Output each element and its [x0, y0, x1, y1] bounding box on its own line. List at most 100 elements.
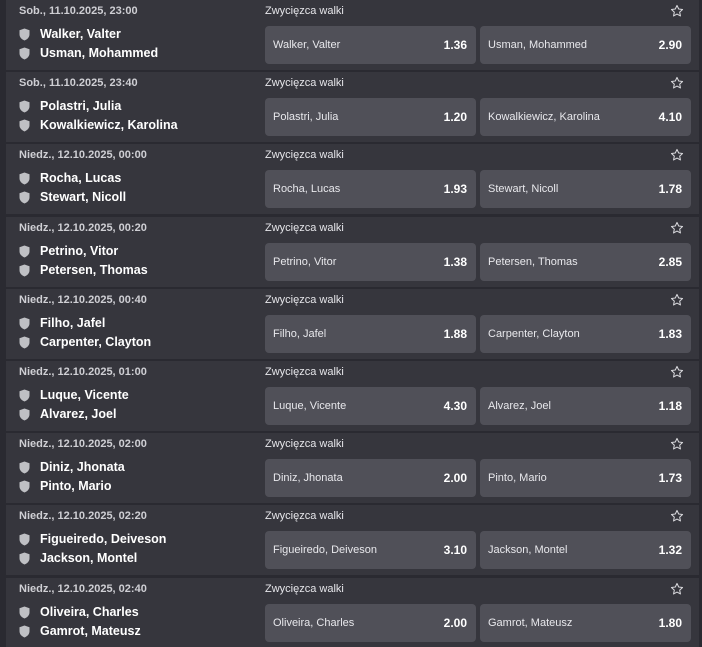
favorite-star-icon[interactable] [670, 437, 684, 451]
fighter-1: Diniz, Jhonata [19, 458, 125, 476]
shield-icon [19, 336, 30, 349]
fighter-2-name: Jackson, Montel [40, 551, 138, 565]
odd-button-fighter-2[interactable]: Petersen, Thomas 2.85 [480, 243, 691, 281]
odd-fighter-1-value: 3.10 [443, 543, 467, 557]
fighter-1: Luque, Vicente [19, 386, 129, 404]
row-divider [6, 431, 699, 432]
odd-fighter-1-name: Rocha, Lucas [273, 183, 341, 195]
odd-button-fighter-1[interactable]: Oliveira, Charles 2.00 [265, 604, 476, 642]
fighter-1-name: Walker, Valter [40, 27, 121, 41]
fighter-2-name: Alvarez, Joel [40, 407, 117, 421]
odd-fighter-2-value: 1.78 [658, 182, 682, 196]
odd-button-fighter-2[interactable]: Carpenter, Clayton 1.83 [480, 315, 691, 353]
fighter-1-name: Rocha, Lucas [40, 171, 122, 185]
fighter-1: Filho, Jafel [19, 314, 105, 332]
odd-fighter-2-name: Carpenter, Clayton [488, 328, 580, 340]
shield-icon [19, 264, 30, 277]
event-datetime: Niedz., 12.10.2025, 00:20 [19, 222, 147, 234]
favorite-star-icon[interactable] [670, 4, 684, 18]
event-datetime: Niedz., 12.10.2025, 02:00 [19, 438, 147, 450]
odd-fighter-2-value: 1.32 [658, 543, 682, 557]
odd-fighter-1-value: 2.00 [443, 471, 467, 485]
odd-fighter-2-name: Kowalkiewicz, Karolina [488, 111, 600, 123]
shield-icon [19, 119, 30, 132]
events-list: Sob., 11.10.2025, 23:00 Walker, Valter U… [0, 0, 702, 647]
odd-fighter-2-name: Pinto, Mario [488, 472, 547, 484]
event-row[interactable]: Niedz., 12.10.2025, 02:00 Diniz, Jhonata… [6, 433, 699, 504]
odd-fighter-2-name: Usman, Mohammed [488, 39, 588, 51]
favorite-star-icon[interactable] [670, 221, 684, 235]
odd-fighter-1-name: Petrino, Vitor [273, 256, 337, 268]
market-label: Zwycięzca walki [265, 149, 344, 161]
odd-button-fighter-2[interactable]: Stewart, Nicoll 1.78 [480, 170, 691, 208]
odd-fighter-2-value: 1.80 [658, 616, 682, 630]
fighter-1-name: Figueiredo, Deiveson [40, 532, 167, 546]
odd-button-fighter-2[interactable]: Gamrot, Mateusz 1.80 [480, 604, 691, 642]
row-divider [6, 70, 699, 71]
fighter-2-name: Stewart, Nicoll [40, 190, 127, 204]
shield-icon [19, 28, 30, 41]
row-divider [6, 287, 699, 288]
event-datetime: Niedz., 12.10.2025, 02:20 [19, 510, 147, 522]
odd-button-fighter-1[interactable]: Diniz, Jhonata 2.00 [265, 459, 476, 497]
odd-fighter-1-value: 1.20 [443, 110, 467, 124]
fighter-1-name: Luque, Vicente [40, 388, 129, 402]
favorite-star-icon[interactable] [670, 148, 684, 162]
event-row[interactable]: Niedz., 12.10.2025, 00:20 Petrino, Vitor… [6, 217, 699, 288]
odd-fighter-1-value: 1.38 [443, 255, 467, 269]
fighter-2: Jackson, Montel [19, 549, 137, 567]
event-row[interactable]: Niedz., 12.10.2025, 01:00 Luque, Vicente… [6, 361, 699, 432]
event-datetime: Sob., 11.10.2025, 23:00 [19, 5, 138, 17]
fighter-2-name: Pinto, Mario [40, 479, 112, 493]
fighter-2: Pinto, Mario [19, 477, 112, 495]
odd-button-fighter-1[interactable]: Rocha, Lucas 1.93 [265, 170, 476, 208]
odd-button-fighter-2[interactable]: Kowalkiewicz, Karolina 4.10 [480, 98, 691, 136]
odd-button-fighter-1[interactable]: Petrino, Vitor 1.38 [265, 243, 476, 281]
odd-fighter-1-value: 1.93 [443, 182, 467, 196]
favorite-star-icon[interactable] [670, 76, 684, 90]
odd-fighter-2-value: 1.73 [658, 471, 682, 485]
market-label: Zwycięzca walki [265, 222, 344, 234]
odd-button-fighter-1[interactable]: Filho, Jafel 1.88 [265, 315, 476, 353]
market-label: Zwycięzca walki [265, 294, 344, 306]
event-datetime: Niedz., 12.10.2025, 01:00 [19, 366, 147, 378]
odd-button-fighter-2[interactable]: Pinto, Mario 1.73 [480, 459, 691, 497]
favorite-star-icon[interactable] [670, 365, 684, 379]
odd-fighter-2-value: 1.83 [658, 327, 682, 341]
event-row[interactable]: Niedz., 12.10.2025, 02:40 Oliveira, Char… [6, 578, 699, 647]
event-row[interactable]: Niedz., 12.10.2025, 00:00 Rocha, Lucas S… [6, 144, 699, 215]
market-label: Zwycięzca walki [265, 366, 344, 378]
odd-button-fighter-1[interactable]: Polastri, Julia 1.20 [265, 98, 476, 136]
odd-fighter-1-name: Figueiredo, Deiveson [273, 544, 377, 556]
event-row[interactable]: Sob., 11.10.2025, 23:00 Walker, Valter U… [6, 0, 699, 71]
odd-button-fighter-2[interactable]: Usman, Mohammed 2.90 [480, 26, 691, 64]
shield-icon [19, 480, 30, 493]
shield-icon [19, 533, 30, 546]
event-row[interactable]: Sob., 11.10.2025, 23:40 Polastri, Julia … [6, 72, 699, 143]
market-label: Zwycięzca walki [265, 583, 344, 595]
row-divider [6, 359, 699, 360]
favorite-star-icon[interactable] [670, 293, 684, 307]
fighter-1-name: Petrino, Vitor [40, 244, 119, 258]
odd-fighter-2-value: 1.18 [658, 399, 682, 413]
favorite-star-icon[interactable] [670, 509, 684, 523]
favorite-star-icon[interactable] [670, 582, 684, 596]
odd-button-fighter-1[interactable]: Luque, Vicente 4.30 [265, 387, 476, 425]
fighter-1-name: Oliveira, Charles [40, 605, 139, 619]
odd-button-fighter-2[interactable]: Alvarez, Joel 1.18 [480, 387, 691, 425]
fighter-1-name: Filho, Jafel [40, 316, 106, 330]
shield-icon [19, 172, 30, 185]
odd-button-fighter-1[interactable]: Figueiredo, Deiveson 3.10 [265, 531, 476, 569]
odd-button-fighter-1[interactable]: Walker, Valter 1.36 [265, 26, 476, 64]
odd-fighter-1-value: 1.36 [443, 38, 467, 52]
event-datetime: Niedz., 12.10.2025, 00:00 [19, 149, 147, 161]
shield-icon [19, 625, 30, 638]
shield-icon [19, 245, 30, 258]
odd-button-fighter-2[interactable]: Jackson, Montel 1.32 [480, 531, 691, 569]
odd-fighter-1-name: Walker, Valter [273, 39, 341, 51]
odd-fighter-1-name: Polastri, Julia [273, 111, 339, 123]
shield-icon [19, 191, 30, 204]
shield-icon [19, 606, 30, 619]
event-row[interactable]: Niedz., 12.10.2025, 00:40 Filho, Jafel C… [6, 289, 699, 360]
event-row[interactable]: Niedz., 12.10.2025, 02:20 Figueiredo, De… [6, 505, 699, 576]
